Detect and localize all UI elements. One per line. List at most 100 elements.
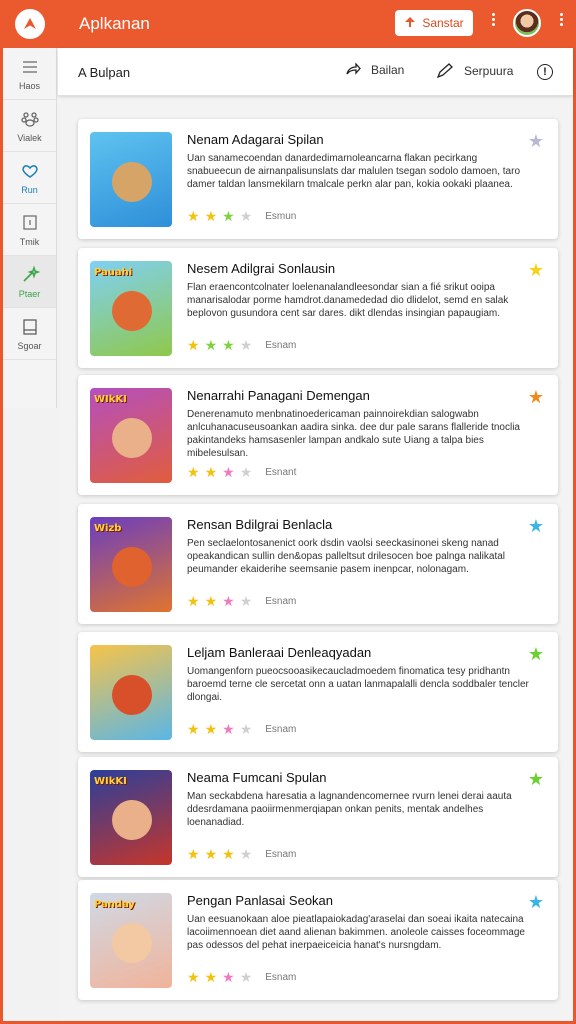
star-icon[interactable]: ★: [222, 337, 235, 354]
game-title[interactable]: Leljam Banleraai Denleaqyadan: [187, 645, 371, 660]
rating-label: Esmun: [265, 211, 297, 222]
more-menu-icon[interactable]: [490, 13, 496, 26]
thumbnail-logo-text: WIkKI: [94, 394, 127, 405]
sidebar-item-label: Tmik: [19, 236, 40, 247]
sign-in-icon: [404, 16, 416, 31]
app-title: Aplkanan: [79, 14, 150, 33]
game-description: Uomangenforn pueocsooasikecaucladmoedem …: [187, 666, 529, 703]
rating-label: Esnam: [265, 972, 297, 983]
sidebar-item-sgoar[interactable]: Sgoar: [3, 308, 56, 360]
game-thumbnail[interactable]: WIkKI: [90, 388, 172, 483]
game-title[interactable]: Pengan Panlasai Seokan: [187, 893, 333, 908]
game-card[interactable]: Panday Pengan Panlasai Seokan Uan eesuanok…: [78, 880, 558, 1000]
star-icon[interactable]: ★: [240, 721, 253, 738]
app-logo-icon[interactable]: [15, 9, 45, 39]
game-title[interactable]: Nesem Adilgrai Sonlausin: [187, 261, 335, 276]
game-card[interactable]: Nenam Adagarai Spilan Uan sanamecoendan d…: [78, 119, 558, 239]
game-thumbnail[interactable]: Panday: [90, 893, 172, 988]
star-icon[interactable]: ★: [187, 337, 200, 354]
game-thumbnail[interactable]: [90, 645, 172, 740]
sidebar-item-haos[interactable]: Haos: [3, 48, 56, 100]
edit-action-button[interactable]: Serpuura: [436, 63, 513, 79]
star-icon[interactable]: ★: [205, 337, 218, 354]
game-description: Denerenamuto menbnatinoedericaman painno…: [187, 409, 520, 459]
sidebar-item-label: Vialek: [17, 132, 42, 143]
favorite-star-icon[interactable]: ★: [528, 388, 544, 406]
star-icon[interactable]: ★: [240, 846, 253, 863]
favorite-star-icon[interactable]: ★: [528, 517, 544, 535]
star-icon[interactable]: ★: [187, 969, 200, 986]
star-icon[interactable]: ★: [240, 593, 253, 610]
game-card[interactable]: WIkKI Neama Fumcani Spulan Man seckabdena …: [78, 757, 558, 877]
star-icon[interactable]: ★: [222, 721, 235, 738]
favorite-star-icon[interactable]: ★: [528, 132, 544, 150]
star-icon[interactable]: ★: [240, 337, 253, 354]
star-icon[interactable]: ★: [240, 969, 253, 986]
star-icon[interactable]: ★: [187, 721, 200, 738]
star-icon[interactable]: ★: [205, 464, 218, 481]
star-icon[interactable]: ★: [205, 208, 218, 225]
star-icon[interactable]: ★: [222, 969, 235, 986]
game-card[interactable]: Leljam Banleraai Denleaqyadan Uomangenfor…: [78, 632, 558, 752]
thumbnail-logo-text: Pauahi: [94, 267, 133, 278]
info-icon[interactable]: !: [537, 64, 553, 80]
game-title[interactable]: Neama Fumcani Spulan: [187, 770, 326, 785]
character-face: [112, 162, 152, 202]
game-thumbnail[interactable]: WIkKI: [90, 770, 172, 865]
game-description: Uan eesuanokaan aloe pieatlapaiokadag'ar…: [187, 914, 525, 951]
game-card[interactable]: WIkKI Nenarrahi Panagani Demengan Denerena…: [78, 375, 558, 495]
star-icon[interactable]: ★: [240, 208, 253, 225]
sidebar-item-label: Run: [21, 184, 38, 195]
list-icon: [22, 60, 37, 73]
share-action-button[interactable]: Bailan: [345, 63, 404, 77]
game-title[interactable]: Rensan Bdilgrai Benlacla: [187, 517, 332, 532]
star-icon[interactable]: ★: [187, 464, 200, 481]
star-icon[interactable]: ★: [222, 846, 235, 863]
rating-stars: ★ ★ ★ ★ Esnam: [187, 721, 296, 738]
star-icon[interactable]: ★: [187, 208, 200, 225]
overflow-menu-icon[interactable]: [558, 13, 564, 26]
game-thumbnail[interactable]: [90, 132, 172, 227]
game-title[interactable]: Nenam Adagarai Spilan: [187, 132, 324, 147]
star-icon[interactable]: ★: [222, 593, 235, 610]
user-avatar[interactable]: [513, 9, 541, 37]
character-face: [112, 923, 152, 963]
game-thumbnail[interactable]: Wizb: [90, 517, 172, 612]
favorite-star-icon[interactable]: ★: [528, 893, 544, 911]
favorite-star-icon[interactable]: ★: [528, 770, 544, 788]
thumbnail-logo-text: WIkKI: [94, 776, 127, 787]
rating-stars: ★ ★ ★ ★ Esnam: [187, 337, 296, 354]
game-title[interactable]: Nenarrahi Panagani Demengan: [187, 388, 370, 403]
sidebar-item-label: Haos: [18, 80, 40, 91]
thumbnail-logo-text: Panday: [94, 899, 136, 910]
sign-in-button[interactable]: Sanstar: [395, 10, 473, 36]
sidebar-item-ptaer[interactable]: Ptaer: [3, 256, 56, 308]
sidebar-item-vialek[interactable]: Vialek: [3, 100, 56, 152]
sidebar-item-tmik[interactable]: Tmik: [3, 204, 56, 256]
sign-in-label: Sanstar: [422, 16, 464, 30]
star-icon[interactable]: ★: [240, 464, 253, 481]
rating-label: Esnam: [265, 340, 297, 351]
game-card[interactable]: Pauahi Nesem Adilgrai Sonlausin Flan eraen…: [78, 248, 558, 368]
favorite-star-icon[interactable]: ★: [528, 645, 544, 663]
character-face: [112, 800, 152, 840]
star-icon[interactable]: ★: [205, 593, 218, 610]
share-icon: [346, 63, 361, 75]
game-card[interactable]: Wizb Rensan Bdilgrai Benlacla Pen seclaelo…: [78, 504, 558, 624]
game-thumbnail[interactable]: Pauahi: [90, 261, 172, 356]
star-icon[interactable]: ★: [187, 846, 200, 863]
star-icon[interactable]: ★: [222, 464, 235, 481]
character-face: [112, 547, 152, 587]
sidebar-item-run[interactable]: Run: [3, 152, 56, 204]
star-icon[interactable]: ★: [205, 846, 218, 863]
star-icon[interactable]: ★: [205, 969, 218, 986]
rating-label: Esnam: [265, 724, 297, 735]
star-icon[interactable]: ★: [222, 208, 235, 225]
favorite-star-icon[interactable]: ★: [528, 261, 544, 279]
star-icon[interactable]: ★: [187, 593, 200, 610]
star-icon[interactable]: ★: [205, 721, 218, 738]
rating-label: Esnant: [265, 467, 297, 478]
paw-icon: [20, 111, 39, 127]
character-face: [112, 675, 152, 715]
rating-stars: ★ ★ ★ ★ Esnam: [187, 846, 296, 863]
